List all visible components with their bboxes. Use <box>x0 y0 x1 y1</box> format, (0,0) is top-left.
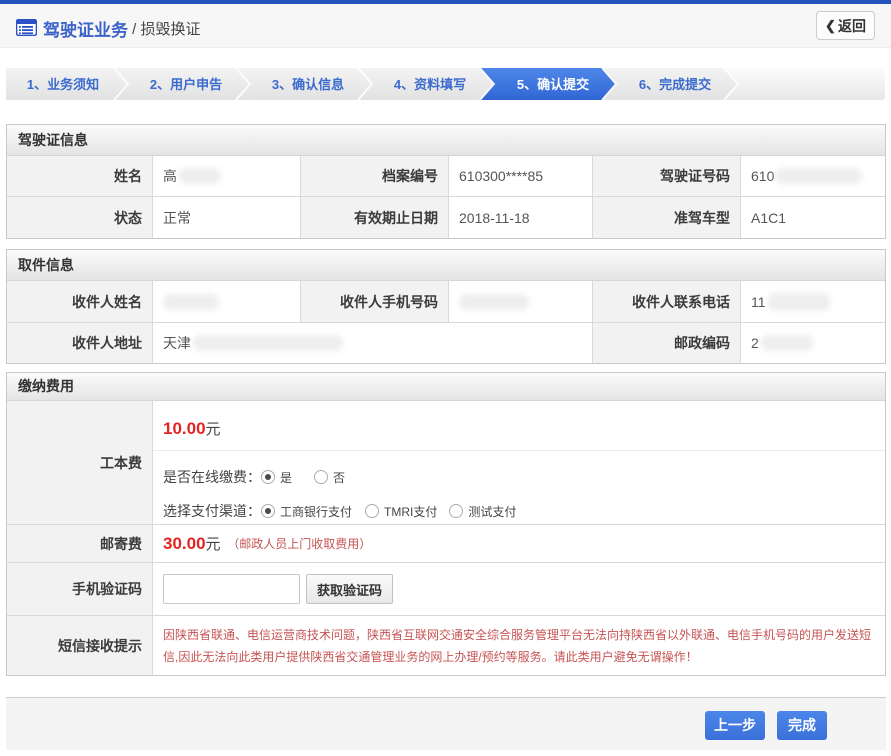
svg-text:4、资料填写: 4、资料填写 <box>394 77 466 92</box>
svg-text:6、完成提交: 6、完成提交 <box>639 77 711 92</box>
svg-text:1、业务须知: 1、业务须知 <box>27 77 99 92</box>
svg-text:2、用户申告: 2、用户申告 <box>150 77 222 92</box>
svg-text:5、确认提交: 5、确认提交 <box>517 77 589 92</box>
svg-text:3、确认信息: 3、确认信息 <box>272 77 344 92</box>
